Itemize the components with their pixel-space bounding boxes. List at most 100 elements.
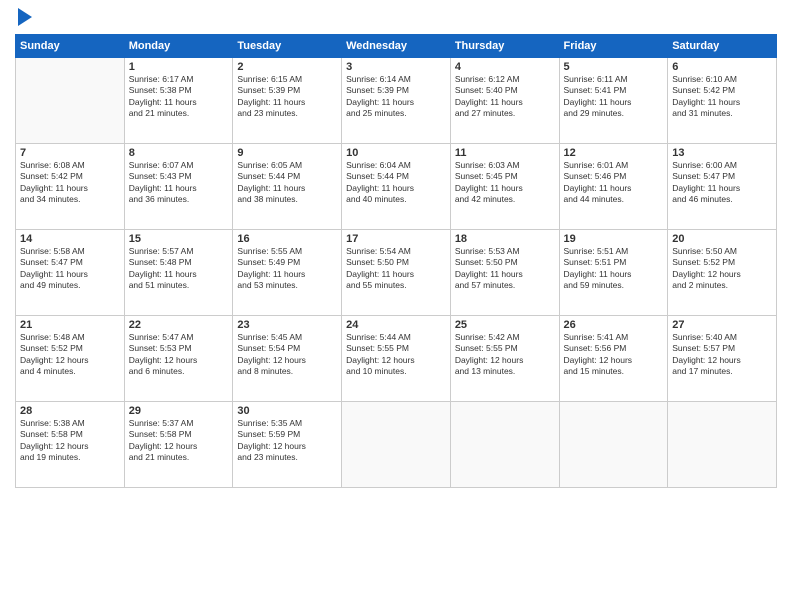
day-info: Sunrise: 5:54 AMSunset: 5:50 PMDaylight:… <box>346 246 446 292</box>
calendar-cell: 5Sunrise: 6:11 AMSunset: 5:41 PMDaylight… <box>559 58 668 144</box>
day-number: 23 <box>237 319 337 331</box>
calendar-cell <box>342 402 451 488</box>
calendar-cell: 20Sunrise: 5:50 AMSunset: 5:52 PMDayligh… <box>668 230 777 316</box>
day-info: Sunrise: 5:47 AMSunset: 5:53 PMDaylight:… <box>129 332 229 378</box>
calendar-cell: 29Sunrise: 5:37 AMSunset: 5:58 PMDayligh… <box>124 402 233 488</box>
calendar-cell: 17Sunrise: 5:54 AMSunset: 5:50 PMDayligh… <box>342 230 451 316</box>
day-number: 16 <box>237 233 337 245</box>
day-number: 24 <box>346 319 446 331</box>
day-info: Sunrise: 6:17 AMSunset: 5:38 PMDaylight:… <box>129 74 229 120</box>
page: SundayMondayTuesdayWednesdayThursdayFrid… <box>0 0 792 612</box>
weekday-header: Tuesday <box>233 35 342 58</box>
calendar-cell: 16Sunrise: 5:55 AMSunset: 5:49 PMDayligh… <box>233 230 342 316</box>
day-number: 9 <box>237 147 337 159</box>
calendar-cell <box>16 58 125 144</box>
day-number: 1 <box>129 61 229 73</box>
day-number: 3 <box>346 61 446 73</box>
logo-arrow-icon <box>18 8 32 26</box>
day-number: 28 <box>20 405 120 417</box>
calendar-header-row: SundayMondayTuesdayWednesdayThursdayFrid… <box>16 35 777 58</box>
day-info: Sunrise: 5:48 AMSunset: 5:52 PMDaylight:… <box>20 332 120 378</box>
calendar-cell <box>559 402 668 488</box>
day-number: 11 <box>455 147 555 159</box>
calendar-cell: 4Sunrise: 6:12 AMSunset: 5:40 PMDaylight… <box>450 58 559 144</box>
calendar-cell: 24Sunrise: 5:44 AMSunset: 5:55 PMDayligh… <box>342 316 451 402</box>
calendar-table: SundayMondayTuesdayWednesdayThursdayFrid… <box>15 34 777 488</box>
calendar-cell: 7Sunrise: 6:08 AMSunset: 5:42 PMDaylight… <box>16 144 125 230</box>
day-info: Sunrise: 6:14 AMSunset: 5:39 PMDaylight:… <box>346 74 446 120</box>
calendar-cell: 14Sunrise: 5:58 AMSunset: 5:47 PMDayligh… <box>16 230 125 316</box>
day-info: Sunrise: 5:38 AMSunset: 5:58 PMDaylight:… <box>20 418 120 464</box>
day-info: Sunrise: 5:42 AMSunset: 5:55 PMDaylight:… <box>455 332 555 378</box>
day-info: Sunrise: 5:55 AMSunset: 5:49 PMDaylight:… <box>237 246 337 292</box>
calendar-cell: 12Sunrise: 6:01 AMSunset: 5:46 PMDayligh… <box>559 144 668 230</box>
header <box>15 10 777 26</box>
calendar-cell: 25Sunrise: 5:42 AMSunset: 5:55 PMDayligh… <box>450 316 559 402</box>
day-number: 10 <box>346 147 446 159</box>
calendar-cell: 19Sunrise: 5:51 AMSunset: 5:51 PMDayligh… <box>559 230 668 316</box>
day-number: 13 <box>672 147 772 159</box>
day-info: Sunrise: 5:40 AMSunset: 5:57 PMDaylight:… <box>672 332 772 378</box>
day-info: Sunrise: 6:01 AMSunset: 5:46 PMDaylight:… <box>564 160 664 206</box>
weekday-header: Friday <box>559 35 668 58</box>
day-info: Sunrise: 5:35 AMSunset: 5:59 PMDaylight:… <box>237 418 337 464</box>
day-number: 15 <box>129 233 229 245</box>
logo <box>15 10 32 26</box>
day-number: 17 <box>346 233 446 245</box>
day-info: Sunrise: 5:50 AMSunset: 5:52 PMDaylight:… <box>672 246 772 292</box>
day-number: 18 <box>455 233 555 245</box>
calendar-week-row: 28Sunrise: 5:38 AMSunset: 5:58 PMDayligh… <box>16 402 777 488</box>
calendar-cell: 1Sunrise: 6:17 AMSunset: 5:38 PMDaylight… <box>124 58 233 144</box>
calendar-cell: 3Sunrise: 6:14 AMSunset: 5:39 PMDaylight… <box>342 58 451 144</box>
calendar-cell: 28Sunrise: 5:38 AMSunset: 5:58 PMDayligh… <box>16 402 125 488</box>
calendar-cell: 9Sunrise: 6:05 AMSunset: 5:44 PMDaylight… <box>233 144 342 230</box>
weekday-header: Monday <box>124 35 233 58</box>
calendar-cell: 27Sunrise: 5:40 AMSunset: 5:57 PMDayligh… <box>668 316 777 402</box>
day-info: Sunrise: 6:10 AMSunset: 5:42 PMDaylight:… <box>672 74 772 120</box>
day-info: Sunrise: 6:07 AMSunset: 5:43 PMDaylight:… <box>129 160 229 206</box>
calendar-cell: 10Sunrise: 6:04 AMSunset: 5:44 PMDayligh… <box>342 144 451 230</box>
day-number: 29 <box>129 405 229 417</box>
day-info: Sunrise: 5:57 AMSunset: 5:48 PMDaylight:… <box>129 246 229 292</box>
day-info: Sunrise: 6:00 AMSunset: 5:47 PMDaylight:… <box>672 160 772 206</box>
weekday-header: Sunday <box>16 35 125 58</box>
day-info: Sunrise: 5:41 AMSunset: 5:56 PMDaylight:… <box>564 332 664 378</box>
day-number: 5 <box>564 61 664 73</box>
calendar-cell <box>668 402 777 488</box>
weekday-header: Thursday <box>450 35 559 58</box>
day-number: 30 <box>237 405 337 417</box>
calendar-cell: 8Sunrise: 6:07 AMSunset: 5:43 PMDaylight… <box>124 144 233 230</box>
day-info: Sunrise: 5:44 AMSunset: 5:55 PMDaylight:… <box>346 332 446 378</box>
day-info: Sunrise: 5:58 AMSunset: 5:47 PMDaylight:… <box>20 246 120 292</box>
calendar-week-row: 1Sunrise: 6:17 AMSunset: 5:38 PMDaylight… <box>16 58 777 144</box>
calendar-week-row: 14Sunrise: 5:58 AMSunset: 5:47 PMDayligh… <box>16 230 777 316</box>
calendar-cell: 2Sunrise: 6:15 AMSunset: 5:39 PMDaylight… <box>233 58 342 144</box>
calendar-cell: 30Sunrise: 5:35 AMSunset: 5:59 PMDayligh… <box>233 402 342 488</box>
day-number: 26 <box>564 319 664 331</box>
calendar-cell: 22Sunrise: 5:47 AMSunset: 5:53 PMDayligh… <box>124 316 233 402</box>
day-info: Sunrise: 6:15 AMSunset: 5:39 PMDaylight:… <box>237 74 337 120</box>
calendar-week-row: 21Sunrise: 5:48 AMSunset: 5:52 PMDayligh… <box>16 316 777 402</box>
calendar-week-row: 7Sunrise: 6:08 AMSunset: 5:42 PMDaylight… <box>16 144 777 230</box>
day-info: Sunrise: 5:51 AMSunset: 5:51 PMDaylight:… <box>564 246 664 292</box>
day-number: 12 <box>564 147 664 159</box>
weekday-header: Saturday <box>668 35 777 58</box>
day-info: Sunrise: 5:37 AMSunset: 5:58 PMDaylight:… <box>129 418 229 464</box>
day-number: 19 <box>564 233 664 245</box>
day-number: 21 <box>20 319 120 331</box>
calendar-cell: 13Sunrise: 6:00 AMSunset: 5:47 PMDayligh… <box>668 144 777 230</box>
day-info: Sunrise: 5:45 AMSunset: 5:54 PMDaylight:… <box>237 332 337 378</box>
calendar-cell: 18Sunrise: 5:53 AMSunset: 5:50 PMDayligh… <box>450 230 559 316</box>
day-info: Sunrise: 6:11 AMSunset: 5:41 PMDaylight:… <box>564 74 664 120</box>
calendar-cell <box>450 402 559 488</box>
calendar-cell: 26Sunrise: 5:41 AMSunset: 5:56 PMDayligh… <box>559 316 668 402</box>
calendar-cell: 6Sunrise: 6:10 AMSunset: 5:42 PMDaylight… <box>668 58 777 144</box>
day-number: 8 <box>129 147 229 159</box>
day-info: Sunrise: 6:03 AMSunset: 5:45 PMDaylight:… <box>455 160 555 206</box>
day-number: 25 <box>455 319 555 331</box>
day-number: 4 <box>455 61 555 73</box>
calendar-cell: 11Sunrise: 6:03 AMSunset: 5:45 PMDayligh… <box>450 144 559 230</box>
calendar-cell: 23Sunrise: 5:45 AMSunset: 5:54 PMDayligh… <box>233 316 342 402</box>
calendar-cell: 15Sunrise: 5:57 AMSunset: 5:48 PMDayligh… <box>124 230 233 316</box>
day-number: 27 <box>672 319 772 331</box>
